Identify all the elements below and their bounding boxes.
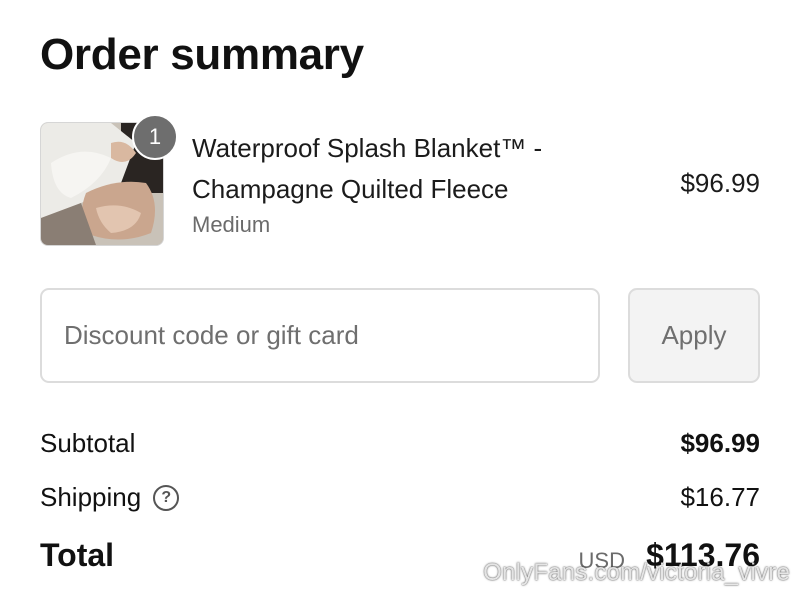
discount-code-input[interactable] — [40, 288, 600, 383]
product-line-item: 1 Waterproof Splash Blanket™ - Champagne… — [40, 110, 760, 250]
watermark: OnlyFans.com/victoria_vivre — [483, 559, 790, 586]
product-price: $96.99 — [680, 168, 760, 198]
order-summary-page: Order summary 1 Waterproof Splash Blanke… — [0, 0, 800, 595]
shipping-label: Shipping — [40, 482, 142, 512]
page-title: Order summary — [40, 30, 364, 79]
product-name: Waterproof Splash Blanket™ - Champagne Q… — [192, 133, 543, 204]
quantity-badge: 1 — [132, 114, 178, 160]
subtotal-value: $96.99 — [680, 428, 760, 458]
shipping-row: Shipping ? $16.77 — [40, 482, 760, 522]
shipping-value: $16.77 — [680, 482, 760, 512]
question-circle-icon[interactable]: ? — [153, 484, 180, 511]
apply-button[interactable]: Apply — [628, 288, 760, 383]
subtotal-row: Subtotal $96.99 — [40, 428, 760, 468]
product-thumbnail-wrapper: 1 — [40, 114, 178, 246]
subtotal-label: Subtotal — [40, 428, 136, 458]
product-variant: Medium — [192, 212, 271, 237]
total-label: Total — [40, 537, 115, 573]
